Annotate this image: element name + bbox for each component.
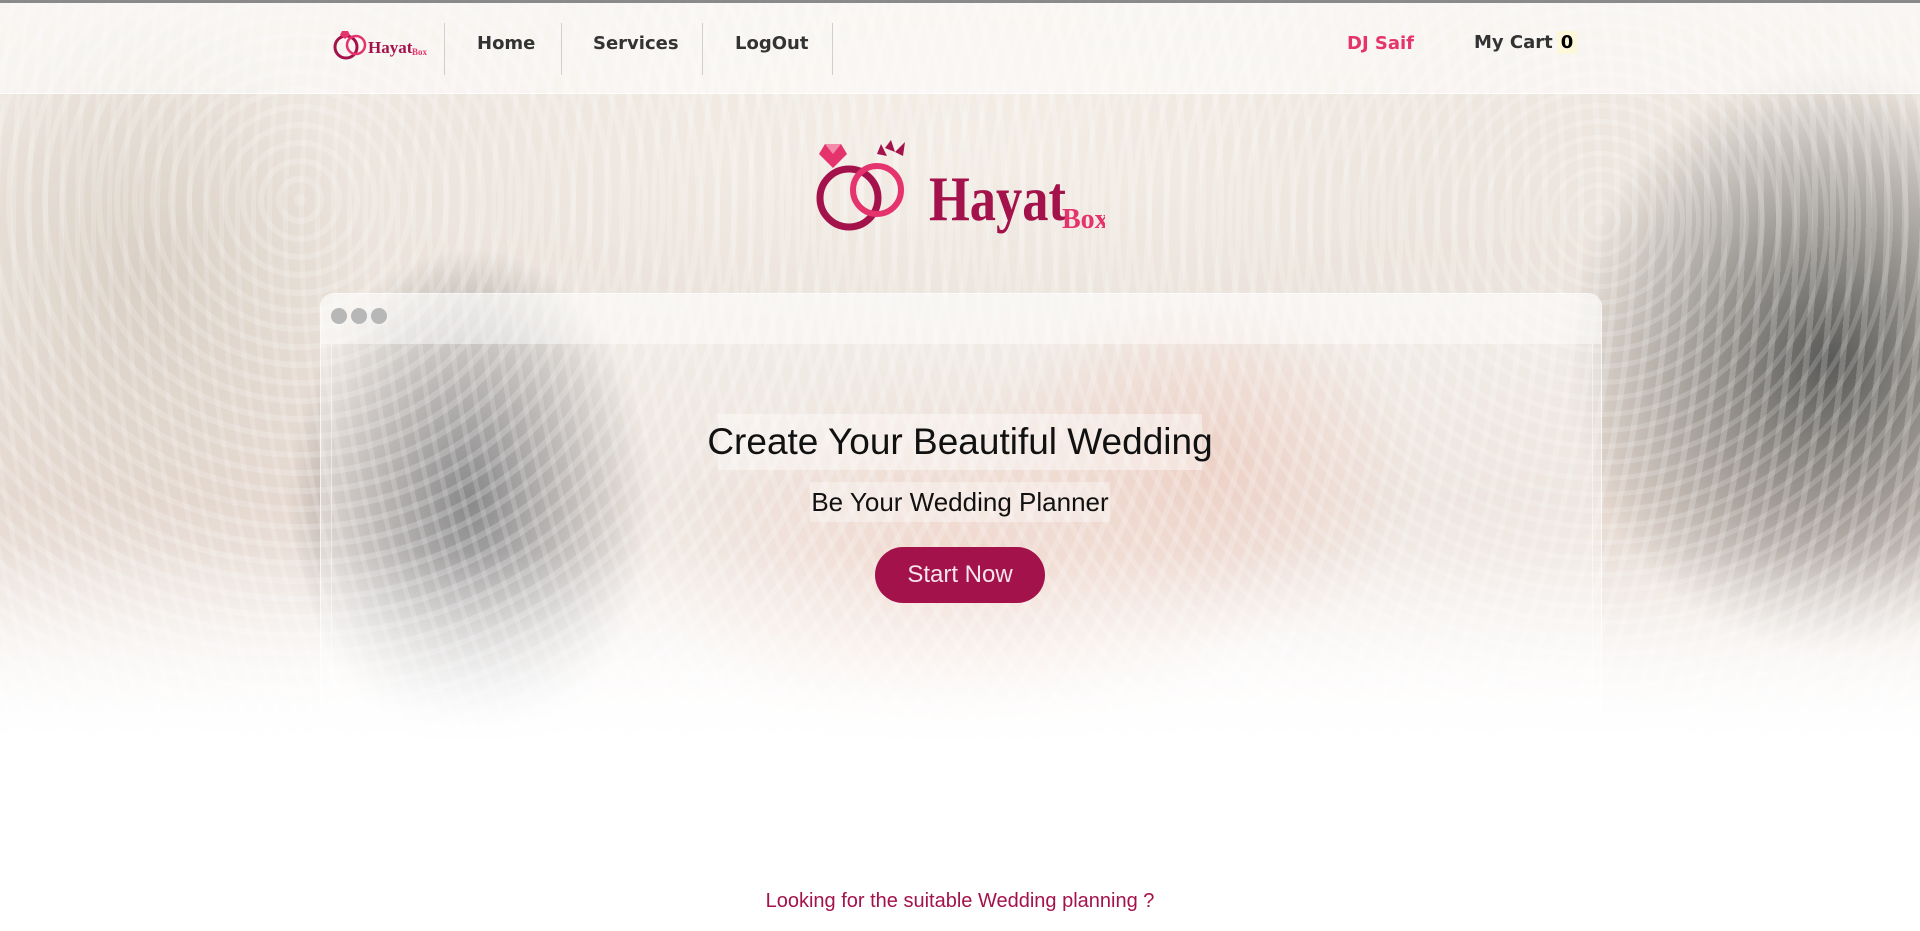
nav-home-link[interactable]: Home [477, 33, 535, 54]
window-dot [331, 308, 347, 324]
logo-hayat-text: Hayat [929, 163, 1066, 234]
nav-logo-suffix: Box [412, 47, 428, 57]
cart-count-badge: 0 [1556, 31, 1578, 54]
hero-headline: Create Your Beautiful Wedding [707, 414, 1213, 470]
main-logo: Hayat Box [816, 140, 1105, 235]
nav-logo[interactable]: Hayat Box [332, 25, 432, 67]
nav-divider [561, 23, 562, 75]
hero-subheadline: Be Your Wedding Planner [810, 482, 1110, 522]
cart-label: My Cart [1474, 32, 1553, 53]
window-dot [371, 308, 387, 324]
hero-card [320, 293, 1602, 785]
logo-box-text: Box [1062, 204, 1105, 235]
nav-logout-link[interactable]: LogOut [735, 33, 808, 54]
start-now-button[interactable]: Start Now [875, 547, 1045, 603]
card-titlebar [321, 294, 1601, 344]
nav-divider [702, 23, 703, 75]
navbar: Hayat Box Home Services LogOut DJ Saif M… [0, 3, 1920, 94]
ring-icon [816, 165, 882, 231]
nav-services-link[interactable]: Services [593, 33, 679, 54]
nav-divider [444, 23, 445, 75]
cart-link[interactable]: My Cart 0 [1474, 31, 1578, 54]
nav-logo-text: Hayat [368, 38, 413, 57]
window-dot [351, 308, 367, 324]
user-name-link[interactable]: DJ Saif [1347, 33, 1414, 54]
nav-divider [832, 23, 833, 75]
section-tagline: Looking for the suitable Wedding plannin… [765, 890, 1155, 912]
